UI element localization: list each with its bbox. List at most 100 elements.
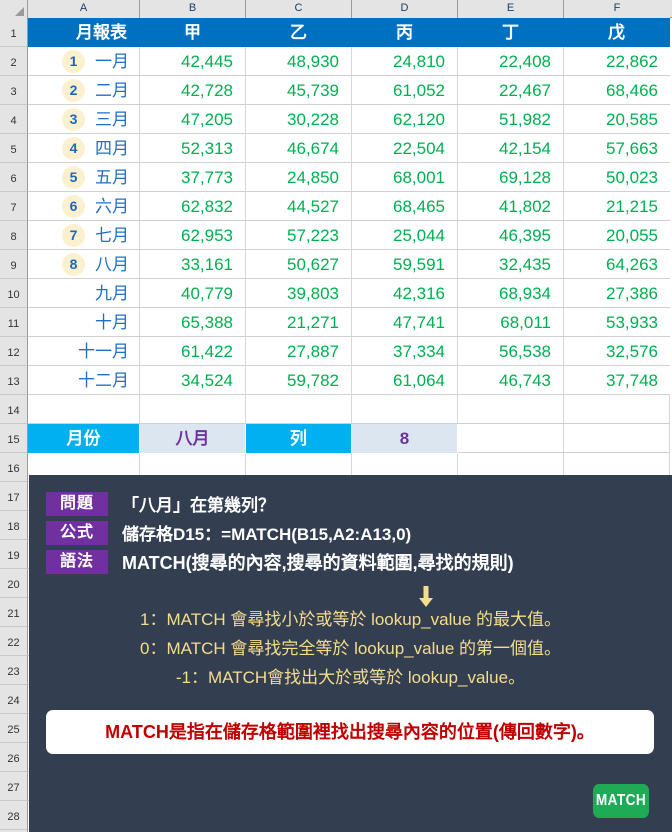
cell-B11[interactable]: 65,388 (140, 308, 246, 337)
cell-E14[interactable] (458, 395, 564, 424)
cell-F8[interactable]: 20,055 (564, 221, 670, 250)
cell-F7[interactable]: 21,215 (564, 192, 670, 221)
cell-E2[interactable]: 22,408 (458, 47, 564, 76)
cell-A13[interactable]: 十二月 (28, 366, 140, 395)
row-header-22[interactable]: 22 (0, 627, 28, 656)
cell-B7[interactable]: 62,832 (140, 192, 246, 221)
row-header-13[interactable]: 13 (0, 366, 28, 395)
cell-A12[interactable]: 十一月 (28, 337, 140, 366)
cell-A9[interactable]: 8 八月 (28, 250, 140, 279)
column-header-e[interactable]: E (458, 0, 564, 18)
cell-D12[interactable]: 37,334 (352, 337, 458, 366)
cell-C4[interactable]: 30,228 (246, 105, 352, 134)
column-header-c[interactable]: C (246, 0, 352, 18)
cell-F1[interactable]: 戊 (564, 18, 670, 47)
row-header-1[interactable]: 1 (0, 18, 28, 47)
row-header-7[interactable]: 7 (0, 192, 28, 221)
cell-B14[interactable] (140, 395, 246, 424)
cell-E5[interactable]: 42,154 (458, 134, 564, 163)
cell-E9[interactable]: 32,435 (458, 250, 564, 279)
column-header-a[interactable]: A (28, 0, 140, 18)
cell-A3[interactable]: 2 二月 (28, 76, 140, 105)
cell-D10[interactable]: 42,316 (352, 279, 458, 308)
row-header-3[interactable]: 3 (0, 76, 28, 105)
cell-F11[interactable]: 53,933 (564, 308, 670, 337)
row-header-10[interactable]: 10 (0, 279, 28, 308)
cell-E10[interactable]: 68,934 (458, 279, 564, 308)
row-header-28[interactable]: 28 (0, 801, 28, 830)
cell-D7[interactable]: 68,465 (352, 192, 458, 221)
cell-D2[interactable]: 24,810 (352, 47, 458, 76)
cell-B13[interactable]: 34,524 (140, 366, 246, 395)
cell-A14[interactable] (28, 395, 140, 424)
row-header-26[interactable]: 26 (0, 743, 28, 772)
cell-F5[interactable]: 57,663 (564, 134, 670, 163)
cell-B3[interactable]: 42,728 (140, 76, 246, 105)
row-header-21[interactable]: 21 (0, 598, 28, 627)
row-header-18[interactable]: 18 (0, 511, 28, 540)
cell-A11[interactable]: 十月 (28, 308, 140, 337)
cell-F13[interactable]: 37,748 (564, 366, 670, 395)
cell-E1[interactable]: 丁 (458, 18, 564, 47)
column-header-d[interactable]: D (352, 0, 458, 18)
row-header-27[interactable]: 27 (0, 772, 28, 801)
cell-E13[interactable]: 46,743 (458, 366, 564, 395)
cell-B5[interactable]: 52,313 (140, 134, 246, 163)
row-header-15[interactable]: 15 (0, 424, 28, 453)
cell-C13[interactable]: 59,782 (246, 366, 352, 395)
cell-A15[interactable]: 月份 (28, 424, 140, 453)
cell-F9[interactable]: 64,263 (564, 250, 670, 279)
cell-F14[interactable] (564, 395, 670, 424)
cell-D3[interactable]: 61,052 (352, 76, 458, 105)
cell-B2[interactable]: 42,445 (140, 47, 246, 76)
select-all-corner[interactable] (0, 0, 28, 18)
cell-E15[interactable] (458, 424, 564, 453)
cell-E12[interactable]: 56,538 (458, 337, 564, 366)
cell-D14[interactable] (352, 395, 458, 424)
match-function-badge[interactable]: MATCH (592, 784, 650, 818)
column-header-f[interactable]: F (564, 0, 670, 18)
cell-F6[interactable]: 50,023 (564, 163, 670, 192)
cell-B10[interactable]: 40,779 (140, 279, 246, 308)
cell-A5[interactable]: 4 四月 (28, 134, 140, 163)
cell-D15[interactable]: 8 (352, 424, 458, 453)
cell-F4[interactable]: 20,585 (564, 105, 670, 134)
row-header-24[interactable]: 24 (0, 685, 28, 714)
row-header-25[interactable]: 25 (0, 714, 28, 743)
row-header-23[interactable]: 23 (0, 656, 28, 685)
cell-A7[interactable]: 6 六月 (28, 192, 140, 221)
cell-A1[interactable]: 月報表 (28, 18, 140, 47)
cell-C6[interactable]: 24,850 (246, 163, 352, 192)
row-header-16[interactable]: 16 (0, 453, 28, 482)
row-header-20[interactable]: 20 (0, 569, 28, 598)
cell-C1[interactable]: 乙 (246, 18, 352, 47)
cell-C2[interactable]: 48,930 (246, 47, 352, 76)
cell-C10[interactable]: 39,803 (246, 279, 352, 308)
cell-C5[interactable]: 46,674 (246, 134, 352, 163)
cell-E7[interactable]: 41,802 (458, 192, 564, 221)
cell-D11[interactable]: 47,741 (352, 308, 458, 337)
row-header-19[interactable]: 19 (0, 540, 28, 569)
row-header-12[interactable]: 12 (0, 337, 28, 366)
cell-D8[interactable]: 25,044 (352, 221, 458, 250)
cell-D9[interactable]: 59,591 (352, 250, 458, 279)
cell-C12[interactable]: 27,887 (246, 337, 352, 366)
cell-B8[interactable]: 62,953 (140, 221, 246, 250)
cell-D1[interactable]: 丙 (352, 18, 458, 47)
cell-B6[interactable]: 37,773 (140, 163, 246, 192)
cell-B1[interactable]: 甲 (140, 18, 246, 47)
cell-F10[interactable]: 27,386 (564, 279, 670, 308)
cell-C9[interactable]: 50,627 (246, 250, 352, 279)
cell-C7[interactable]: 44,527 (246, 192, 352, 221)
cell-F3[interactable]: 68,466 (564, 76, 670, 105)
cell-A6[interactable]: 5 五月 (28, 163, 140, 192)
cell-B12[interactable]: 61,422 (140, 337, 246, 366)
cell-B4[interactable]: 47,205 (140, 105, 246, 134)
cell-E11[interactable]: 68,011 (458, 308, 564, 337)
cell-F12[interactable]: 32,576 (564, 337, 670, 366)
row-header-8[interactable]: 8 (0, 221, 28, 250)
cell-A8[interactable]: 7 七月 (28, 221, 140, 250)
cell-B15[interactable]: 八月 (140, 424, 246, 453)
row-header-6[interactable]: 6 (0, 163, 28, 192)
cell-E3[interactable]: 22,467 (458, 76, 564, 105)
